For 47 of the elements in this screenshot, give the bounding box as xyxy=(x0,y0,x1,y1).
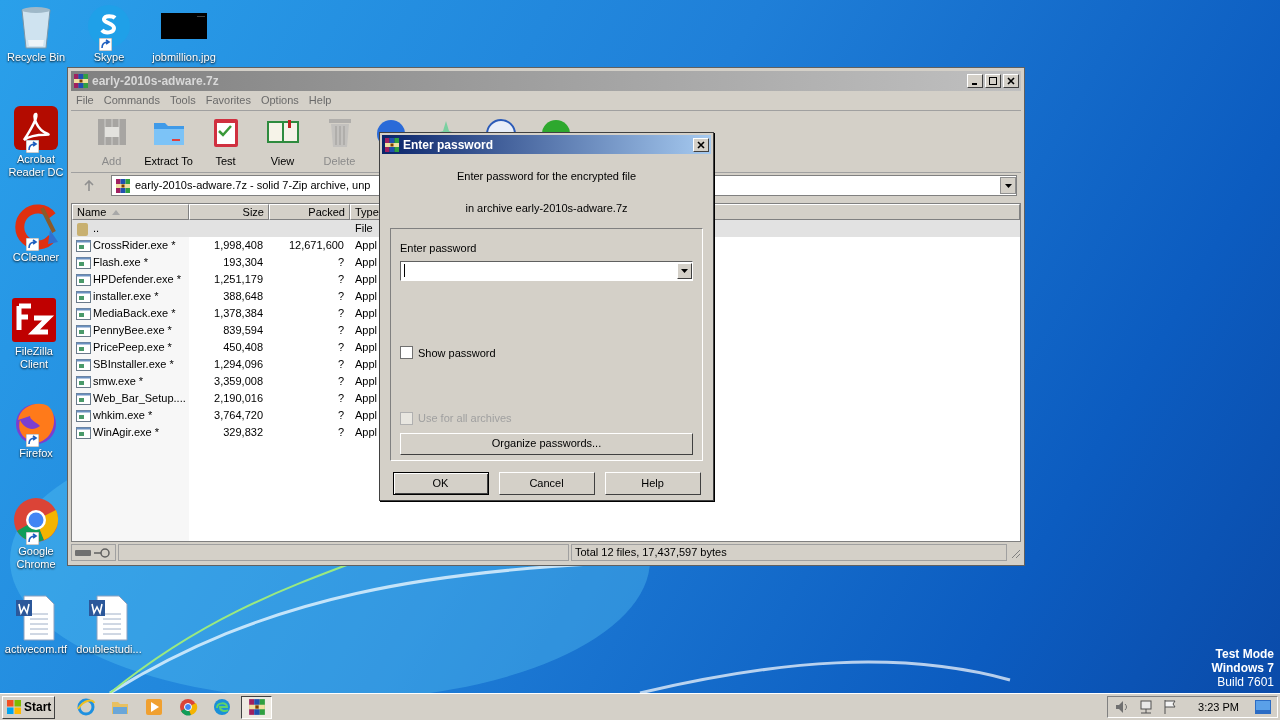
type-cell-text: Appl xyxy=(354,306,378,322)
window-title: early-2010s-adware.7z xyxy=(92,73,219,90)
os-notice-text: Build 7601 xyxy=(1217,675,1274,689)
type-cell-text: Appl xyxy=(354,425,378,441)
size-cell-text: 329,832 xyxy=(223,425,263,441)
dialog-message: Enter password for the encrypted file xyxy=(455,169,638,184)
size-cell-text: 450,408 xyxy=(223,340,263,356)
type-cell-text: Appl xyxy=(354,374,378,390)
size-cell-text: 1,294,096 xyxy=(214,357,263,373)
type-cell-text: Appl xyxy=(354,391,378,407)
packed-cell-text: ? xyxy=(337,272,344,288)
dialog-title: Enter password xyxy=(403,136,494,154)
os-notice-text: Windows 7 xyxy=(1211,661,1274,675)
os-notice-text: Test Mode xyxy=(1215,647,1274,661)
packed-cell-text: ? xyxy=(337,340,344,356)
size-cell-text: 839,594 xyxy=(223,323,263,339)
archive-name-text: in archive early-2010s-adware.7z xyxy=(464,200,629,216)
size-cell-text: 388,648 xyxy=(223,289,263,305)
packed-cell-text: ? xyxy=(337,289,344,305)
size-cell-text: 1,998,408 xyxy=(214,238,263,254)
size-cell-text: 3,359,008 xyxy=(214,374,263,390)
type-cell-text: Appl xyxy=(354,340,378,356)
packed-cell-text: ? xyxy=(337,391,344,407)
size-cell-text: 193,304 xyxy=(223,255,263,271)
type-cell-text: File xyxy=(354,221,373,237)
size-cell-text: 1,251,179 xyxy=(214,272,263,288)
packed-cell-text: ? xyxy=(337,323,344,339)
type-cell-text: Appl xyxy=(354,255,378,271)
type-cell-text: Appl xyxy=(354,272,378,288)
type-cell-text: Appl xyxy=(354,408,378,424)
packed-cell-text: ? xyxy=(337,255,344,271)
packed-cell-text: ? xyxy=(337,374,344,390)
type-cell-text: Appl xyxy=(354,238,378,254)
size-cell-text: 1,378,384 xyxy=(214,306,263,322)
packed-cell-text: 12,671,600 xyxy=(288,238,344,254)
checkbox-label: Show password xyxy=(418,345,496,361)
field-label: Enter password xyxy=(400,241,478,256)
type-cell-text: Appl xyxy=(354,323,378,339)
packed-cell-text: ? xyxy=(337,408,344,424)
type-cell-text: Appl xyxy=(354,289,378,305)
size-cell-text: 3,764,720 xyxy=(214,408,263,424)
packed-cell-text: ? xyxy=(337,357,344,373)
type-cell-text: Appl xyxy=(354,357,378,373)
packed-cell-text: ? xyxy=(337,306,344,322)
size-cell-text: 2,190,016 xyxy=(214,391,263,407)
status-text: Total 12 files, 17,437,597 bytes xyxy=(571,544,1007,561)
packed-cell-text: ? xyxy=(337,425,344,441)
